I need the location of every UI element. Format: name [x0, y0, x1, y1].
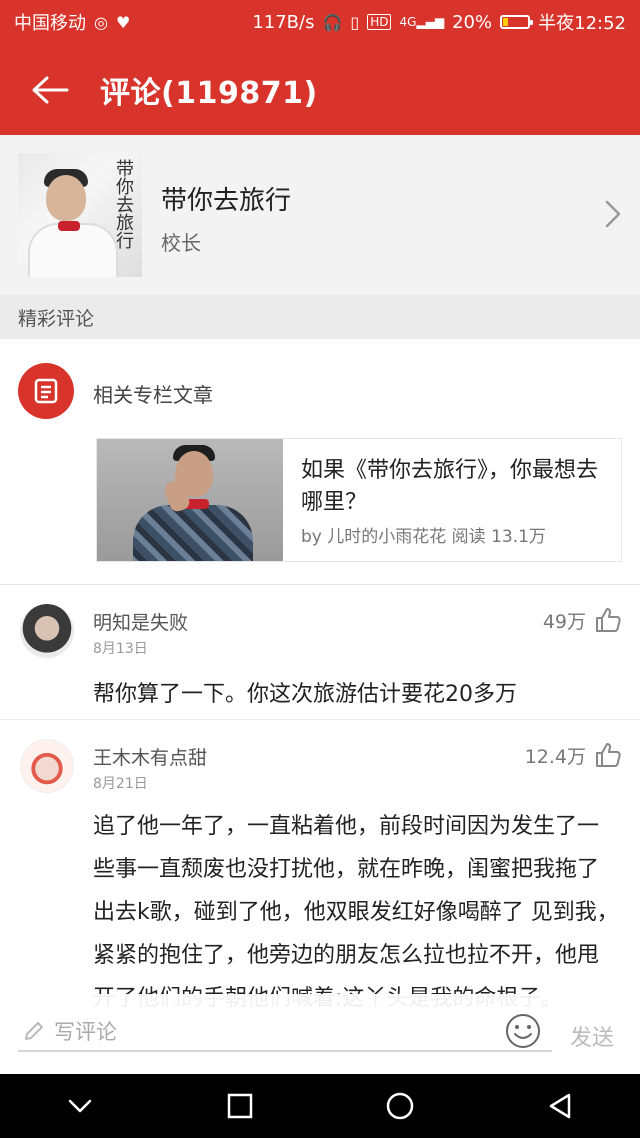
article-thumbnail — [97, 439, 283, 561]
heart-rate-icon: ♥ — [115, 12, 131, 32]
battery-percent: 20% — [452, 11, 493, 33]
nav-home-button[interactable] — [368, 1074, 432, 1138]
nav-back-button[interactable] — [528, 1074, 592, 1138]
status-left: 中国移动 ◎ ♥ — [14, 9, 130, 35]
network-type: 4G — [399, 15, 417, 29]
avatar[interactable] — [20, 604, 74, 658]
app-bar: 评论(119871) — [0, 44, 640, 135]
comment-date: 8月21日 — [93, 776, 148, 792]
section-header-hot-comments: 精彩评论 — [0, 295, 640, 339]
carrier-label: 中国移动 — [14, 13, 86, 34]
cover-body — [28, 223, 118, 277]
avatar[interactable] — [20, 739, 74, 793]
comment-input[interactable]: 写评论 — [18, 1012, 552, 1052]
like-button[interactable]: 49万 — [543, 606, 622, 634]
like-button[interactable]: 12.4万 — [525, 741, 622, 769]
like-count: 49万 — [542, 610, 586, 633]
netease-notification-icon: ◎ — [94, 12, 108, 32]
back-arrow-icon — [32, 76, 69, 103]
signal-icon: 4G▂▄▆ — [399, 15, 445, 29]
send-button[interactable]: 发送 — [570, 1020, 614, 1052]
emoji-button[interactable] — [504, 1012, 542, 1050]
article-title: 如果《带你去旅行》，你最想去哪里？ — [301, 458, 599, 515]
comment-item: 明知是失败 8月13日 49万 帮你算了一下。你这次旅游估计要花20多万 — [0, 586, 640, 720]
cover-calligraphy: 带你去旅行 — [113, 159, 134, 249]
document-icon — [34, 378, 58, 404]
article-meta: by 儿时的小雨花花 阅读 13.1万 — [301, 527, 546, 547]
comment-date: 8月13日 — [93, 641, 148, 657]
back-button[interactable] — [0, 44, 100, 135]
song-card[interactable]: 带你去旅行 带你去旅行 校长 — [0, 135, 640, 295]
cover-face — [46, 175, 86, 221]
article-text: 如果《带你去旅行》，你最想去哪里？ by 儿时的小雨花花 阅读 13.1万 — [283, 439, 621, 561]
circle-icon — [386, 1092, 414, 1120]
comment-item: 王木木有点甜 8月21日 12.4万 追了他一年了，一直粘着他，前段时间因为发生… — [0, 721, 640, 1011]
battery-fill — [503, 18, 509, 26]
status-bar: 中国移动 ◎ ♥ 117B/s 🎧 ▯ HD 4G▂▄▆ 20% 半夜12:52 — [0, 0, 640, 44]
nav-collapse-button[interactable] — [48, 1074, 112, 1138]
thumbs-up-icon — [596, 743, 621, 767]
article-icon — [18, 363, 74, 419]
comment-input-bar: 写评论 发送 — [0, 994, 640, 1074]
article-card[interactable]: 如果《带你去旅行》，你最想去哪里？ by 儿时的小雨花花 阅读 13.1万 — [96, 438, 622, 562]
thumbs-up-icon — [596, 608, 621, 632]
cover-scarf — [58, 221, 80, 231]
pencil-icon — [25, 1022, 43, 1040]
like-count: 12.4万 — [524, 745, 586, 768]
chevron-down-icon — [68, 1099, 92, 1113]
song-title: 带你去旅行 — [161, 186, 292, 216]
comment-username[interactable]: 明知是失败 — [93, 608, 188, 635]
vibrate-icon: ▯ — [350, 12, 360, 32]
nav-recents-button[interactable] — [208, 1074, 272, 1138]
album-cover: 带你去旅行 — [18, 153, 142, 277]
comment-text: 帮你算了一下。你这次旅游估计要花20多万 — [93, 682, 517, 707]
thumb-body — [133, 505, 253, 561]
triangle-back-icon — [549, 1093, 571, 1119]
system-nav-bar — [0, 1074, 640, 1138]
square-icon — [227, 1093, 253, 1119]
hd-badge: HD — [367, 14, 392, 30]
comment-text: 追了他一年了，一直粘着他，前段时间因为发生了一些事一直颓废也没打扰他，就在昨晚，… — [93, 814, 619, 1011]
clock: 半夜12:52 — [538, 13, 626, 34]
section-title: 精彩评论 — [18, 307, 95, 330]
related-articles: 相关专栏文章 如果《带你去旅行》，你最想去哪里？ by 儿时的小雨花花 阅读 1… — [0, 339, 640, 585]
net-speed: 117B/s — [252, 11, 315, 33]
chevron-right-icon — [605, 200, 621, 228]
battery-icon — [500, 15, 534, 29]
song-artist: 校长 — [161, 231, 201, 255]
status-right: 117B/s 🎧 ▯ HD 4G▂▄▆ 20% 半夜12:52 — [252, 9, 626, 35]
comment-username[interactable]: 王木木有点甜 — [93, 743, 207, 770]
page-title: 评论(119871) — [100, 75, 318, 111]
related-label: 相关专栏文章 — [93, 383, 213, 407]
comment-placeholder: 写评论 — [54, 1020, 117, 1044]
headphones-icon: 🎧 — [322, 12, 343, 32]
